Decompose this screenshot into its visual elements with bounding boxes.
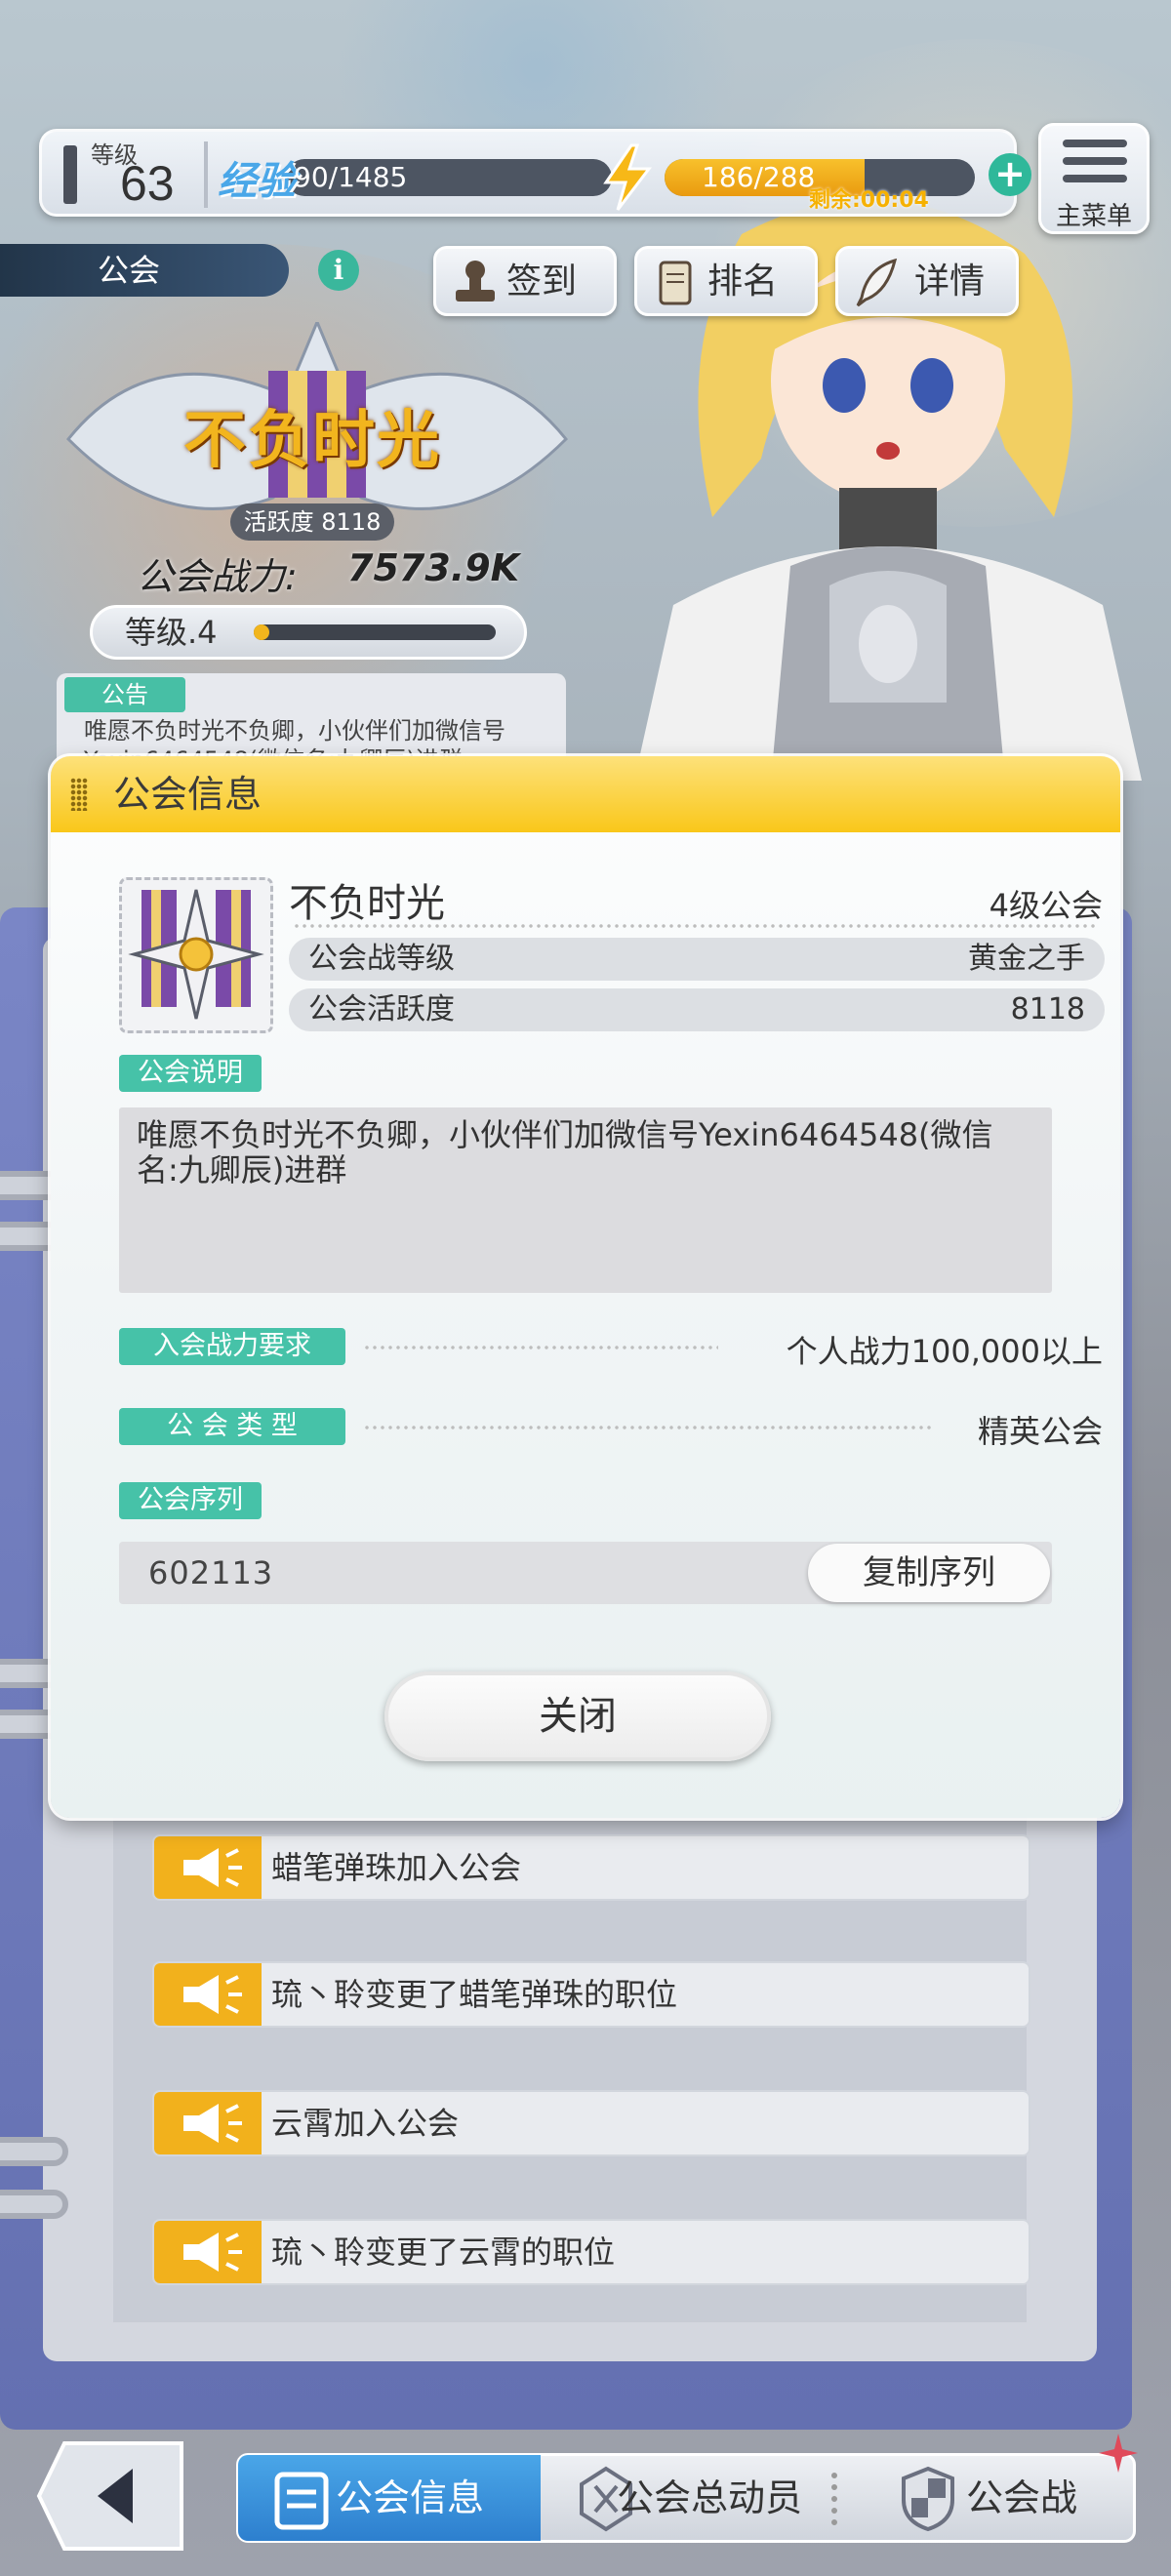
announce-icon: [154, 1963, 262, 2026]
tab-guild-info-label[interactable]: 公会信息: [336, 2453, 484, 2543]
announce-icon: [154, 1836, 262, 1899]
feed-item: 琉丶聆变更了云霄的职位: [152, 2219, 1030, 2285]
checkin-button[interactable]: 签到: [433, 246, 617, 316]
ranking-label: 排名: [707, 262, 779, 302]
tab-guild-war-label[interactable]: 公会战: [966, 2453, 1077, 2543]
guild-level-track: [254, 624, 496, 640]
top-status-bar: 等级 63 经验 90/1485 186/288 剩余:00:04 +: [39, 129, 1031, 217]
menu-icon: [1063, 157, 1127, 165]
close-button-label[interactable]: 关闭: [384, 1671, 771, 1761]
sparkle-icon: [1099, 2434, 1138, 2473]
type-tag: 公 会 类 型: [119, 1408, 345, 1445]
dotted-leader: [363, 1346, 718, 1349]
dotted-divider: [293, 924, 1099, 928]
guild-info-dialog: 公会信息 不负时光 4级公会 公会战等级 黄金之手 公会活跃度 8118 公会说…: [51, 756, 1120, 1818]
announce-icon: [154, 2221, 262, 2283]
description-tag-label: 公会说明: [138, 1058, 243, 1088]
guild-level-text: 等级.4: [125, 614, 218, 651]
menu-icon: [1063, 140, 1127, 147]
grip-icon: [70, 778, 88, 811]
notice-tag-label: 公告: [101, 681, 148, 708]
level-value: 63: [120, 156, 175, 211]
serial-value: 602113: [148, 1554, 274, 1591]
requirement-tag-label: 入会战力要求: [153, 1331, 311, 1361]
guild-section-label: 公会: [98, 252, 161, 289]
main-menu-label: 主菜单: [1055, 202, 1132, 231]
feed-item: 琉丶聆变更了蜡笔弹珠的职位: [152, 1961, 1030, 2028]
energy-timer: 剩余:00:04: [809, 188, 929, 213]
lightning-icon: [603, 143, 653, 211]
row-label: 公会活跃度: [308, 992, 455, 1026]
shield-icon: [902, 2466, 954, 2532]
feed-text: 琉丶聆变更了云霄的职位: [271, 2234, 616, 2271]
guild-war-level-row: 公会战等级 黄金之手: [289, 938, 1105, 981]
quill-icon: [856, 258, 898, 307]
feed-item: 蜡笔弹珠加入公会: [152, 1834, 1030, 1901]
description-text: 唯愿不负时光不负卿，小伙伴们加微信号Yexin6464548(微信名:九卿辰)进…: [137, 1116, 993, 1188]
add-energy-button[interactable]: +: [989, 153, 1031, 196]
serial-tag-label: 公会序列: [138, 1485, 243, 1515]
checkin-label: 签到: [506, 262, 578, 302]
guild-level: 4级公会: [989, 887, 1103, 924]
binder-ring: [0, 2190, 68, 2219]
details-label: 详情: [914, 262, 986, 302]
dialog-title: 公会信息: [113, 773, 262, 816]
feed-text: 琉丶聆变更了蜡笔弹珠的职位: [271, 1976, 678, 2013]
guild-info-icon: [274, 2472, 329, 2530]
row-label: 公会战等级: [308, 942, 455, 976]
type-value: 精英公会: [977, 1413, 1103, 1450]
guild-title: 不负时光: [183, 405, 441, 477]
tab-divider: [831, 2473, 837, 2525]
announce-icon: [154, 2092, 262, 2154]
tab-mobilize-label[interactable]: 公会总动员: [617, 2453, 802, 2543]
menu-icon: [1063, 175, 1127, 182]
activity-value: 活跃度 8118: [243, 508, 382, 536]
dialog-header: 公会信息: [51, 756, 1120, 832]
scroll-icon: [659, 261, 692, 305]
binder-ring: [0, 2137, 68, 2166]
dotted-leader: [363, 1426, 935, 1429]
guild-name: 不负时光: [289, 881, 445, 926]
ranking-button[interactable]: 排名: [634, 246, 818, 316]
level-marker: [63, 145, 77, 204]
serial-tag: 公会序列: [119, 1482, 262, 1519]
guild-power-label: 公会战力:: [137, 555, 298, 598]
info-icon[interactable]: i: [318, 250, 359, 291]
requirement-value: 个人战力100,000以上: [786, 1333, 1103, 1370]
type-tag-label: 公 会 类 型: [167, 1411, 298, 1441]
guild-power-value: 7573.9K: [347, 546, 520, 589]
details-button[interactable]: 详情: [835, 246, 1019, 316]
copy-serial-label[interactable]: 复制序列: [808, 1544, 1050, 1602]
row-value: 黄金之手: [968, 942, 1085, 976]
stamp-icon: [456, 261, 495, 302]
description-tag: 公会说明: [119, 1055, 262, 1092]
row-value: 8118: [1010, 992, 1085, 1026]
guild-level-fill: [254, 624, 269, 640]
requirement-tag: 入会战力要求: [119, 1328, 345, 1365]
energy-value: 186/288: [702, 161, 816, 193]
main-menu-button[interactable]: 主菜单: [1038, 123, 1150, 234]
feed-text: 云霄加入公会: [271, 2105, 460, 2142]
exp-value: 90/1485: [294, 161, 408, 193]
back-button[interactable]: [35, 2439, 191, 2553]
guild-activity-row: 公会活跃度 8118: [289, 988, 1105, 1031]
exp-label: 经验: [218, 159, 296, 204]
guild-emblem: [119, 877, 273, 1033]
feed-text: 蜡笔弹珠加入公会: [271, 1849, 522, 1886]
feed-item: 云霄加入公会: [152, 2090, 1030, 2156]
divider: [204, 141, 208, 208]
